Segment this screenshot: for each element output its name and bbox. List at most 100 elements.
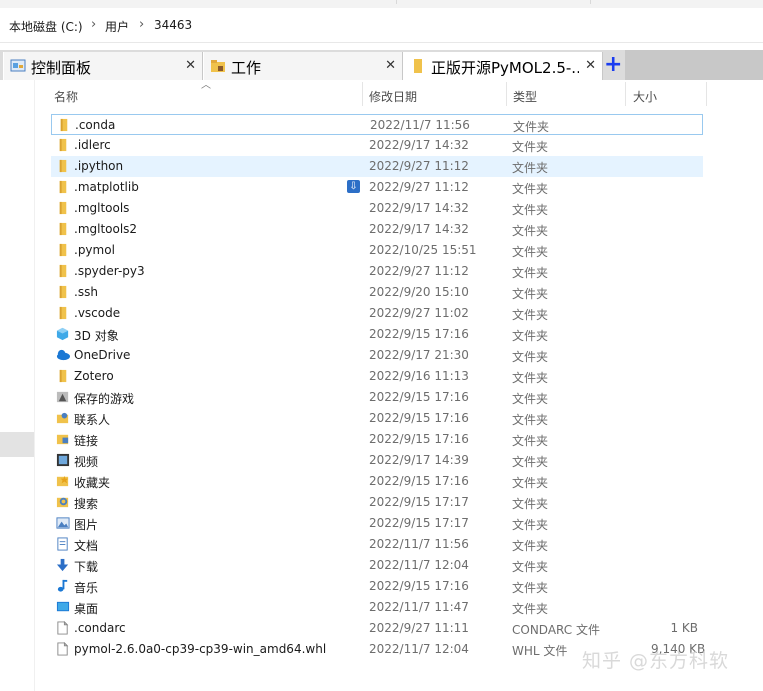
file-name: 保存的游戏	[74, 392, 135, 406]
breadcrumb-separator-icon: ›	[91, 17, 97, 32]
folder-icon	[59, 285, 67, 299]
modified-date: 2022/11/7 11:56	[370, 118, 470, 132]
file-icon	[57, 621, 69, 635]
3d-objects-icon	[56, 327, 69, 341]
file-type: 文件夹	[512, 476, 549, 490]
file-type: 文件夹	[512, 371, 549, 385]
close-icon[interactable]: ✕	[185, 58, 196, 73]
breadcrumb-item-user[interactable]: 34463	[154, 18, 192, 32]
folder-row[interactable]: .idlerc 2022/9/17 14:32 文件夹	[51, 135, 703, 156]
file-name: 桌面	[74, 602, 99, 616]
folder-row[interactable]: .ssh 2022/9/20 15:10 文件夹	[51, 282, 703, 303]
searches-icon	[56, 497, 69, 508]
folder-row[interactable]: Zotero 2022/9/16 11:13 文件夹	[51, 366, 703, 387]
folder-row[interactable]: .pymol 2022/10/25 15:51 文件夹	[51, 240, 703, 261]
folder-icon	[59, 243, 67, 257]
modified-date: 2022/9/15 17:16	[369, 474, 469, 488]
modified-date: 2022/9/17 21:30	[369, 348, 469, 362]
address-bar[interactable]: 本地磁盘 (C:) › 用户 › 34463	[0, 8, 763, 43]
folder-row[interactable]: 桌面 2022/11/7 11:47 文件夹	[51, 597, 703, 618]
folder-icon	[60, 118, 68, 132]
folder-row[interactable]: .conda 2022/11/7 11:56 文件夹	[51, 114, 703, 135]
folder-lock-icon	[211, 60, 225, 72]
breadcrumb-item-drive[interactable]: 本地磁盘 (C:)	[9, 18, 83, 35]
file-size: 1 KB	[670, 621, 698, 635]
column-divider[interactable]	[706, 82, 707, 106]
folder-row[interactable]: 图片 2022/9/15 17:17 文件夹	[51, 513, 703, 534]
modified-date: 2022/9/27 11:11	[369, 621, 469, 635]
file-type: 文件夹	[512, 140, 549, 154]
modified-date: 2022/11/7 11:56	[369, 537, 469, 551]
folder-row[interactable]: 搜索 2022/9/15 17:17 文件夹	[51, 492, 703, 513]
file-name: .mgltools2	[74, 222, 138, 236]
file-name: .condarc	[74, 621, 126, 635]
file-name: 搜索	[74, 497, 99, 511]
folder-row[interactable]: 联系人 2022/9/15 17:16 文件夹	[51, 408, 703, 429]
folder-row[interactable]: .vscode 2022/9/27 11:02 文件夹	[51, 303, 703, 324]
breadcrumb-item-users[interactable]: 用户	[105, 18, 129, 35]
file-type: CONDARC 文件	[512, 623, 600, 637]
file-type: 文件夹	[512, 581, 549, 595]
close-icon[interactable]: ✕	[385, 58, 396, 73]
file-type: 文件夹	[512, 308, 549, 322]
column-header-size[interactable]: 大小	[626, 80, 706, 108]
folder-row[interactable]: 3D 对象 2022/9/15 17:16 文件夹	[51, 324, 703, 345]
nav-selected-item[interactable]	[0, 432, 34, 457]
folder-icon	[59, 201, 67, 215]
folder-row[interactable]: .ipython 2022/9/27 11:12 文件夹	[51, 156, 703, 177]
file-name: 图片	[74, 518, 99, 532]
column-header-type[interactable]: 类型	[507, 80, 625, 108]
file-type: 文件夹	[512, 518, 549, 532]
folder-row[interactable]: 收藏夹 2022/9/15 17:16 文件夹	[51, 471, 703, 492]
pictures-icon	[56, 517, 70, 529]
tab-pymol[interactable]: 正版开源PyMOL2.5-... ✕	[403, 52, 603, 80]
folder-row[interactable]: OneDrive 2022/9/17 21:30 文件夹	[51, 345, 703, 366]
tab-control-panel[interactable]: 控制面板 ✕	[3, 52, 203, 80]
file-name: .mgltools	[74, 201, 130, 215]
folder-row[interactable]: 链接 2022/9/15 17:16 文件夹	[51, 429, 703, 450]
folder-icon	[59, 159, 67, 173]
file-type: 文件夹	[512, 266, 549, 280]
file-name: OneDrive	[74, 348, 131, 362]
folder-row[interactable]: 视频 2022/9/17 14:39 文件夹	[51, 450, 703, 471]
file-type: 文件夹	[512, 329, 549, 343]
folder-row[interactable]: 下载 2022/11/7 12:04 文件夹	[51, 555, 703, 576]
file-name: 下载	[74, 560, 99, 574]
file-name: 收藏夹	[74, 476, 111, 490]
tab-label: 控制面板	[31, 59, 92, 77]
file-name: 联系人	[74, 413, 111, 427]
tab-work[interactable]: 工作 ✕	[203, 52, 403, 80]
folder-row[interactable]: .matplotlib 2022/9/27 11:12 文件夹 ⇩	[51, 177, 703, 198]
documents-icon	[57, 537, 68, 551]
folder-row[interactable]: .spyder-py3 2022/9/27 11:12 文件夹	[51, 261, 703, 282]
folder-row[interactable]: 保存的游戏 2022/9/15 17:16 文件夹	[51, 387, 703, 408]
column-header-label: 修改日期	[369, 90, 418, 104]
videos-icon	[56, 453, 70, 467]
file-name: .ssh	[74, 285, 98, 299]
folder-row[interactable]: 音乐 2022/9/15 17:16 文件夹	[51, 576, 703, 597]
column-header-name[interactable]: 名称	[51, 80, 362, 108]
file-type: 文件夹	[512, 182, 549, 196]
folder-row[interactable]: .mgltools2 2022/9/17 14:32 文件夹	[51, 219, 703, 240]
modified-date: 2022/9/20 15:10	[369, 285, 469, 299]
file-name: 音乐	[74, 581, 99, 595]
file-type: 文件夹	[512, 287, 549, 301]
add-tab-icon[interactable]: +	[604, 54, 622, 76]
file-type: 文件夹	[512, 455, 549, 469]
folder-row[interactable]: .mgltools 2022/9/17 14:32 文件夹	[51, 198, 703, 219]
file-row[interactable]: .condarc 2022/9/27 11:11 CONDARC 文件 1 KB	[51, 618, 703, 639]
file-name: .spyder-py3	[74, 264, 145, 278]
file-name: .idlerc	[74, 138, 111, 152]
title-segment	[397, 0, 591, 4]
close-icon[interactable]: ✕	[585, 58, 596, 73]
column-header-modified[interactable]: 修改日期	[363, 80, 506, 108]
file-name: .ipython	[74, 159, 124, 173]
file-name: .conda	[75, 118, 116, 132]
file-type: 文件夹	[512, 413, 549, 427]
modified-date: 2022/9/15 17:16	[369, 432, 469, 446]
file-type: 文件夹	[513, 120, 550, 134]
tab-bar-empty	[625, 50, 763, 80]
file-name: pymol-2.6.0a0-cp39-cp39-win_amd64.whl	[74, 642, 327, 656]
folder-row[interactable]: 文档 2022/11/7 11:56 文件夹	[51, 534, 703, 555]
onedrive-icon	[56, 349, 70, 361]
